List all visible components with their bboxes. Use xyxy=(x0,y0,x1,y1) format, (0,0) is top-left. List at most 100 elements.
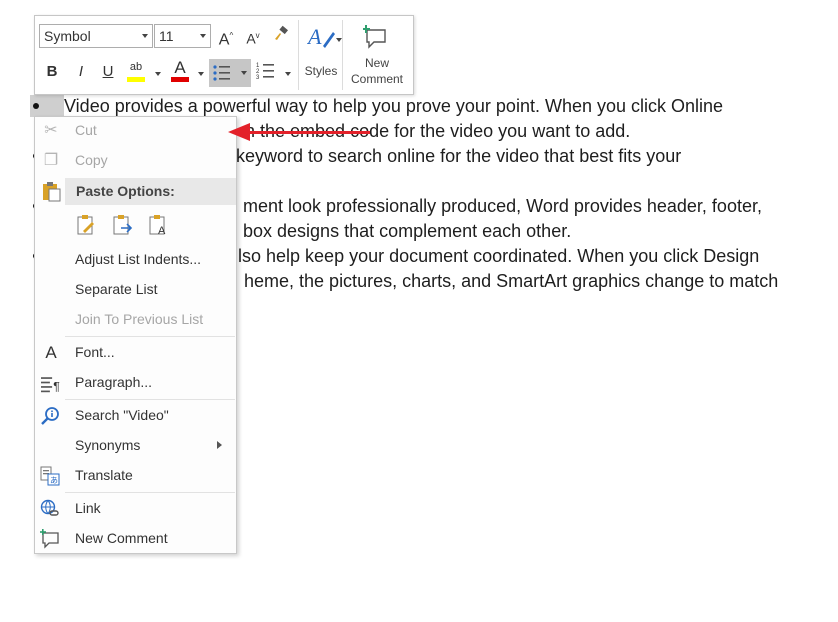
paste-merge-formatting-button[interactable] xyxy=(111,213,135,237)
link-icon xyxy=(40,499,59,516)
highlighter-icon: ab xyxy=(129,61,143,73)
paste-merge-formatting-icon xyxy=(113,215,133,235)
doc-text-line[interactable]: heme, the pictures, charts, and SmartArt… xyxy=(244,269,778,294)
svg-text:¶: ¶ xyxy=(53,380,60,394)
font-size-value: 11 xyxy=(159,28,174,44)
menu-item-new-comment[interactable]: New Comment xyxy=(35,525,236,553)
menu-item-join-to-previous-list[interactable]: Join To Previous List xyxy=(35,306,236,334)
underline-button[interactable]: U xyxy=(97,61,119,83)
chevron-down-icon xyxy=(142,34,148,38)
numbering-button[interactable]: 1 2 3 xyxy=(255,61,277,83)
highlight-color-swatch xyxy=(127,77,145,82)
menu-item-label: Adjust List Indents... xyxy=(75,251,202,267)
font-size-combo[interactable]: 11 xyxy=(154,24,211,48)
menu-item-label: Search "Video" xyxy=(75,407,169,423)
styles-button[interactable]: A Styles xyxy=(303,22,343,88)
new-comment-label-line2: Comment xyxy=(350,72,403,86)
clipboard-icon xyxy=(43,182,61,202)
underline-icon: U xyxy=(102,63,114,80)
chevron-down-icon[interactable] xyxy=(198,72,204,76)
bullets-button[interactable] xyxy=(209,59,251,87)
font-name-combo[interactable]: Symbol xyxy=(39,24,153,48)
bold-icon: B xyxy=(46,63,58,80)
numbered-list-icon: 1 2 3 xyxy=(256,63,274,81)
menu-item-link[interactable]: Link xyxy=(35,495,236,523)
svg-text:A: A xyxy=(158,225,166,237)
paste-keep-formatting-icon xyxy=(77,215,94,235)
menu-separator xyxy=(65,399,235,400)
toolbar-divider xyxy=(342,20,343,90)
new-comment-button[interactable]: New Comment xyxy=(345,22,409,90)
copy-icon: ❐ xyxy=(43,152,59,169)
bold-button[interactable]: B xyxy=(41,61,63,83)
bullet-marker xyxy=(33,103,39,109)
italic-icon: I xyxy=(78,63,84,80)
menu-item-copy[interactable]: ❐ Copy xyxy=(35,147,236,175)
paragraph-icon: ¶ xyxy=(41,377,60,394)
chevron-down-icon xyxy=(200,34,206,38)
paste-text-only-icon: A xyxy=(149,215,166,237)
submenu-arrow-icon xyxy=(217,441,222,449)
menu-item-label: Join To Previous List xyxy=(75,311,204,327)
menu-item-label: Link xyxy=(75,500,101,516)
menu-item-label: New Comment xyxy=(75,530,168,546)
menu-item-label: Translate xyxy=(75,467,133,483)
font-color-icon: A xyxy=(174,58,186,77)
doc-text-line[interactable]: box designs that complement each other. xyxy=(243,219,571,244)
font-color-swatch xyxy=(171,77,189,82)
menu-item-label: Separate List xyxy=(75,281,158,297)
shrink-font-button[interactable]: Av xyxy=(242,25,264,47)
grow-font-button[interactable]: A^ xyxy=(215,25,237,49)
chevron-down-icon[interactable] xyxy=(285,72,291,76)
paste-keep-text-only-button[interactable]: A xyxy=(147,213,171,237)
doc-text-line[interactable]: ment look professionally produced, Word … xyxy=(243,194,762,219)
font-icon: A xyxy=(45,343,57,362)
scissors-icon: ✂ xyxy=(44,122,58,139)
styles-icon: A xyxy=(307,24,335,49)
paste-keep-source-formatting-button[interactable] xyxy=(75,213,99,237)
menu-item-label: Cut xyxy=(75,122,97,138)
menu-item-paragraph[interactable]: ¶ Paragraph... xyxy=(35,369,236,397)
menu-item-cut[interactable]: ✂ Cut xyxy=(35,117,236,145)
menu-item-font[interactable]: A Font... xyxy=(35,339,236,367)
paste-options-header: Paste Options: xyxy=(65,178,236,205)
chevron-down-icon[interactable] xyxy=(155,72,161,76)
menu-item-search[interactable]: Search "Video" xyxy=(35,402,236,430)
menu-separator xyxy=(65,336,235,337)
paintbrush-icon xyxy=(275,25,288,40)
bullet-list-icon xyxy=(213,65,230,81)
annotation-arrow-shaft xyxy=(248,131,370,134)
menu-item-label: Paragraph... xyxy=(75,374,153,390)
menu-item-synonyms[interactable]: Synonyms xyxy=(35,432,236,460)
doc-text-line[interactable]: lso help keep your document coordinated.… xyxy=(238,244,759,269)
new-comment-label-line1: New xyxy=(364,56,389,70)
grow-font-icon: A xyxy=(218,31,230,49)
menu-item-label: Synonyms xyxy=(75,437,141,453)
menu-item-adjust-list-indents[interactable]: Adjust List Indents... xyxy=(35,246,236,274)
chevron-down-icon xyxy=(241,71,247,75)
italic-button[interactable]: I xyxy=(70,61,92,83)
annotation-arrow-head xyxy=(228,123,250,141)
svg-text:3: 3 xyxy=(256,75,260,81)
menu-separator xyxy=(65,492,235,493)
font-name-value: Symbol xyxy=(44,28,91,44)
font-color-button[interactable]: A xyxy=(169,58,191,82)
menu-item-label: Copy xyxy=(75,152,108,168)
doc-text-line[interactable]: keyword to search online for the video t… xyxy=(236,144,681,169)
mini-toolbar: Symbol 11 A^ Av B I U ab A 1 2 3 A Style… xyxy=(34,15,414,95)
shrink-font-icon: A xyxy=(246,30,256,47)
new-comment-icon xyxy=(363,25,386,49)
svg-text:A: A xyxy=(307,24,322,49)
highlight-button[interactable]: ab xyxy=(125,59,147,82)
svg-text:あ: あ xyxy=(50,476,58,485)
menu-item-separate-list[interactable]: Separate List xyxy=(35,276,236,304)
new-comment-icon xyxy=(40,529,59,549)
toolbar-divider xyxy=(298,20,299,90)
translate-icon: あ xyxy=(40,466,60,486)
context-menu: ✂ Cut ❐ Copy Paste Options: A Adjust Lis… xyxy=(34,116,237,554)
menu-item-label: Font... xyxy=(75,344,115,360)
styles-label: Styles xyxy=(304,64,338,78)
menu-item-translate[interactable]: あ Translate xyxy=(35,462,236,490)
format-painter-button[interactable] xyxy=(269,25,291,47)
paste-options-label: Paste Options: xyxy=(76,183,175,199)
